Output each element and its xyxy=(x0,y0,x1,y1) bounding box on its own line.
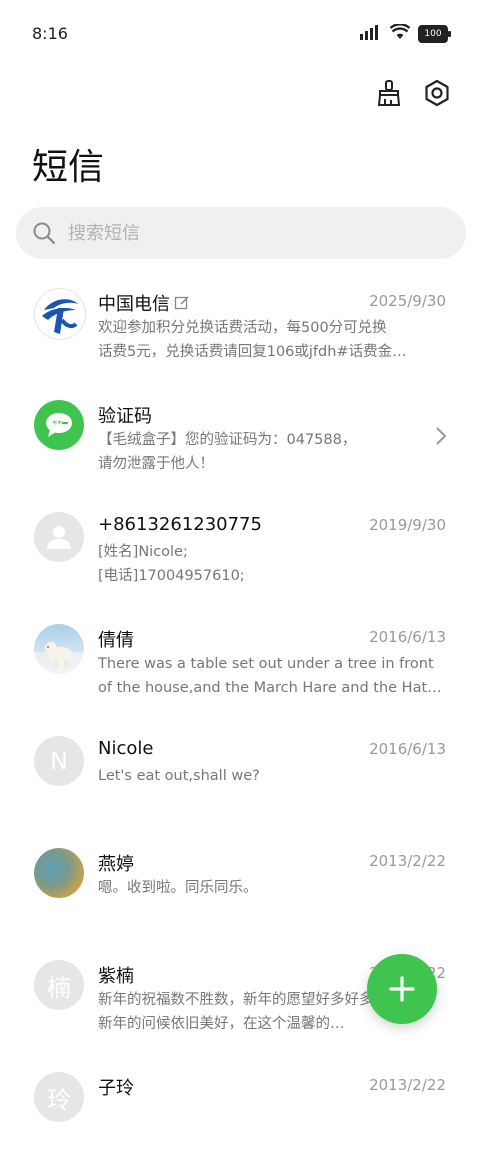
contact-name: 中国电信 xyxy=(98,294,170,315)
preview-line: 嗯。收到啦。同乐同乐。 xyxy=(98,880,258,896)
message-preview: There was a table set out under a tree i… xyxy=(98,652,446,700)
message-date: 2025/9/30 xyxy=(369,292,446,310)
chat-bubble-icon: ** xyxy=(46,413,72,437)
contact-name: 燕婷 xyxy=(98,854,134,875)
telecom-logo-avatar xyxy=(34,288,86,340)
cleanup-brush-button[interactable] xyxy=(374,78,404,108)
message-preview: 嗯。收到啦。同乐同乐。 xyxy=(98,876,446,900)
letter-avatar: 玲 xyxy=(34,1072,84,1122)
conversation-item[interactable]: N Nicole 2016/6/13 Let's eat out,shall w… xyxy=(0,718,480,830)
battery-icon: 100 xyxy=(418,25,451,43)
conversation-item[interactable]: 燕婷 2013/2/22 嗯。收到啦。同乐同乐。 xyxy=(0,830,480,942)
conversation-item[interactable]: ** 验证码 【毛绒盒子】您的验证码为：047588， 请勿泄露于他人！ xyxy=(0,382,480,494)
contact-name: +8613261230775 xyxy=(98,514,262,535)
preview-line: of the house,and the March Hare and the … xyxy=(98,680,446,696)
contact-name: Nicole xyxy=(98,738,154,759)
message-date: 2013/2/22 xyxy=(369,852,446,870)
message-preview: 欢迎参加积分兑换话费活动，每500分可兑换 话费5元，兑换话费请回复106或jf… xyxy=(98,316,446,364)
preview-line: 【毛绒盒子】您的验证码为：047588， xyxy=(98,432,357,448)
conversation-item[interactable]: 玲 子玲 2013/2/22 xyxy=(0,1054,480,1166)
message-date: 2016/6/13 xyxy=(369,628,446,646)
message-preview: 【毛绒盒子】您的验证码为：047588， 请勿泄露于他人！ xyxy=(98,428,446,476)
wifi-icon xyxy=(389,23,411,44)
conversation-list: 中国电信 2025/9/30 欢迎参加积分兑换话费活动，每500分可兑换 话费5… xyxy=(0,270,480,1166)
preview-line: 话费5元，兑换话费请回复106或jfdh#话费金… xyxy=(98,344,407,360)
preview-line: [电话]17004957610; xyxy=(98,568,245,584)
conversation-item[interactable]: +8613261230775 2019/9/30 [姓名]Nicole; [电话… xyxy=(0,494,480,606)
polar-bear-photo-avatar xyxy=(34,624,84,674)
preview-line: Let's eat out,shall we? xyxy=(98,768,260,784)
status-bar: 8:16 100 xyxy=(0,0,480,66)
new-message-button[interactable] xyxy=(367,954,437,1024)
edit-note-icon xyxy=(174,296,189,310)
contact-name: 倩倩 xyxy=(98,630,134,651)
message-preview: Let's eat out,shall we? xyxy=(98,764,446,788)
conversation-item[interactable]: 中国电信 2025/9/30 欢迎参加积分兑换话费活动，每500分可兑换 话费5… xyxy=(0,270,480,382)
preview-line: 欢迎参加积分兑换话费活动，每500分可兑换 xyxy=(98,320,387,336)
search-icon xyxy=(33,222,56,245)
message-date: 2016/6/13 xyxy=(369,740,446,758)
page-title: 短信 xyxy=(32,147,105,188)
message-preview: [姓名]Nicole; [电话]17004957610; xyxy=(98,540,446,588)
settings-button[interactable] xyxy=(422,78,452,108)
preview-line: [姓名]Nicole; xyxy=(98,544,188,560)
chevron-right-icon[interactable] xyxy=(434,426,448,446)
plus-icon xyxy=(389,976,415,1002)
person-avatar xyxy=(34,512,84,562)
gear-icon xyxy=(425,79,449,107)
sms-bubble-avatar: ** xyxy=(34,400,84,450)
signal-icon xyxy=(360,24,382,44)
contact-name: 子玲 xyxy=(98,1078,134,1099)
message-date: 2019/9/30 xyxy=(369,516,446,534)
avatar-letter: N xyxy=(50,747,68,775)
brush-icon xyxy=(377,80,401,106)
conversation-item[interactable]: 倩倩 2016/6/13 There was a table set out u… xyxy=(0,606,480,718)
person-icon xyxy=(47,526,71,549)
search-bar[interactable] xyxy=(16,207,466,259)
preview-line: 请勿泄露于他人！ xyxy=(98,456,214,472)
contact-name: 验证码 xyxy=(98,406,152,427)
avatar-letter: 楠 xyxy=(47,973,71,1002)
letter-avatar: N xyxy=(34,736,84,786)
message-date: 2013/2/22 xyxy=(369,1076,446,1094)
letter-avatar: 楠 xyxy=(34,960,84,1010)
svg-text:**: ** xyxy=(52,419,62,430)
landscape-photo-avatar xyxy=(34,848,84,898)
avatar-letter: 玲 xyxy=(47,1085,71,1114)
preview-line: There was a table set out under a tree i… xyxy=(98,656,434,672)
status-time: 8:16 xyxy=(32,24,68,43)
contact-name: 紫楠 xyxy=(98,966,134,987)
search-input[interactable] xyxy=(66,221,450,245)
